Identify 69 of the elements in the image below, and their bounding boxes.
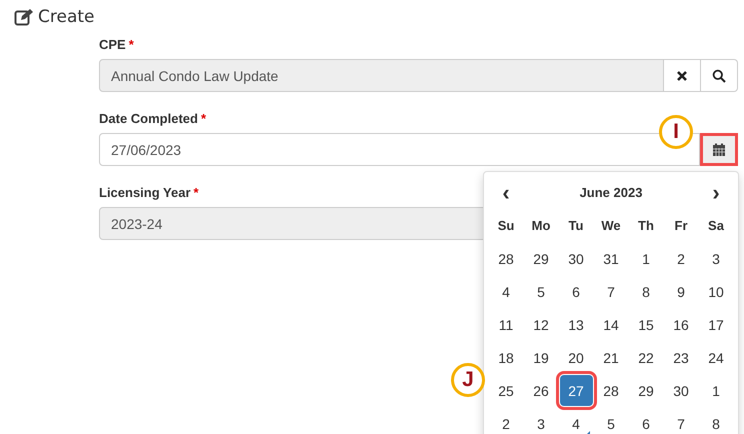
page-title: Create <box>38 7 94 27</box>
calendar-button[interactable] <box>700 133 738 166</box>
day-cell[interactable]: 27 <box>560 375 592 406</box>
day-cell[interactable]: 25 <box>490 375 522 406</box>
day-cell[interactable]: 20 <box>560 342 592 373</box>
month-title[interactable]: June 2023 <box>580 185 642 200</box>
day-cell[interactable]: 7 <box>664 408 698 434</box>
close-icon <box>676 70 688 82</box>
day-cell[interactable]: 9 <box>664 276 698 307</box>
search-button[interactable] <box>701 59 738 92</box>
required-asterisk: * <box>200 111 206 126</box>
callout-badge: J <box>451 363 485 397</box>
day-cell[interactable]: 6 <box>560 276 592 307</box>
weekday-label: Tu <box>568 218 584 233</box>
day-cell[interactable]: 2 <box>490 408 522 434</box>
day-cell[interactable]: 14 <box>594 309 628 340</box>
day-cell[interactable]: 2 <box>664 243 698 274</box>
day-cell[interactable]: 1 <box>700 375 732 406</box>
day-cell[interactable]: 6 <box>630 408 662 434</box>
day-cell[interactable]: 3 <box>524 408 558 434</box>
day-cell[interactable]: 12 <box>524 309 558 340</box>
day-cell[interactable]: 1 <box>630 243 662 274</box>
day-cell[interactable]: 29 <box>524 243 558 274</box>
field-label: CPE <box>99 37 126 52</box>
required-asterisk: * <box>194 185 199 200</box>
day-cell[interactable]: 19 <box>524 342 558 373</box>
day-cell[interactable]: 18 <box>490 342 522 373</box>
day-cell[interactable]: 4 <box>490 276 522 307</box>
weekday-label: Fr <box>674 218 688 233</box>
day-cell[interactable]: 24 <box>700 342 732 373</box>
day-cell[interactable]: 4 <box>560 408 592 434</box>
day-cell[interactable]: 29 <box>630 375 662 406</box>
day-cell[interactable]: 28 <box>490 243 522 274</box>
day-cell[interactable]: 28 <box>594 375 628 406</box>
weekday-label: Sa <box>708 218 724 233</box>
day-cell[interactable]: 8 <box>700 408 732 434</box>
day-cell[interactable]: 16 <box>664 309 698 340</box>
day-cell[interactable]: 11 <box>490 309 522 340</box>
previous-month-button[interactable]: ‹ <box>491 178 521 206</box>
weekday-label: Th <box>638 218 654 233</box>
callout-badge: I <box>659 115 693 149</box>
clear-button[interactable] <box>664 59 701 92</box>
day-cell[interactable]: 8 <box>630 276 662 307</box>
next-month-button[interactable]: › <box>701 178 731 206</box>
day-cell[interactable]: 5 <box>524 276 558 307</box>
day-cell[interactable]: 23 <box>664 342 698 373</box>
weekday-label: Mo <box>532 218 550 233</box>
field-label: Licensing Year <box>99 185 191 200</box>
day-cell[interactable]: 17 <box>700 309 732 340</box>
day-cell[interactable]: 5 <box>594 408 628 434</box>
calendar-icon <box>712 142 726 156</box>
weekday-label: We <box>601 218 621 233</box>
input-field[interactable]: Annual Condo Law Update <box>99 59 664 92</box>
required-asterisk: * <box>128 37 134 52</box>
day-cell[interactable]: 13 <box>560 309 592 340</box>
day-cell[interactable]: 30 <box>560 243 592 274</box>
day-cell[interactable]: 7 <box>594 276 628 307</box>
day-cell[interactable]: 30 <box>664 375 698 406</box>
day-cell[interactable]: 22 <box>630 342 662 373</box>
day-cell[interactable]: 3 <box>700 243 732 274</box>
day-cell[interactable]: 15 <box>630 309 662 340</box>
day-cell[interactable]: 10 <box>700 276 732 307</box>
day-cell[interactable]: 21 <box>594 342 628 373</box>
search-icon <box>712 68 726 82</box>
edit-icon <box>14 8 34 26</box>
day-cell[interactable]: 26 <box>524 375 558 406</box>
field-label: Date Completed <box>99 111 198 126</box>
weekday-label: Su <box>498 218 514 233</box>
day-cell[interactable]: 31 <box>594 243 628 274</box>
